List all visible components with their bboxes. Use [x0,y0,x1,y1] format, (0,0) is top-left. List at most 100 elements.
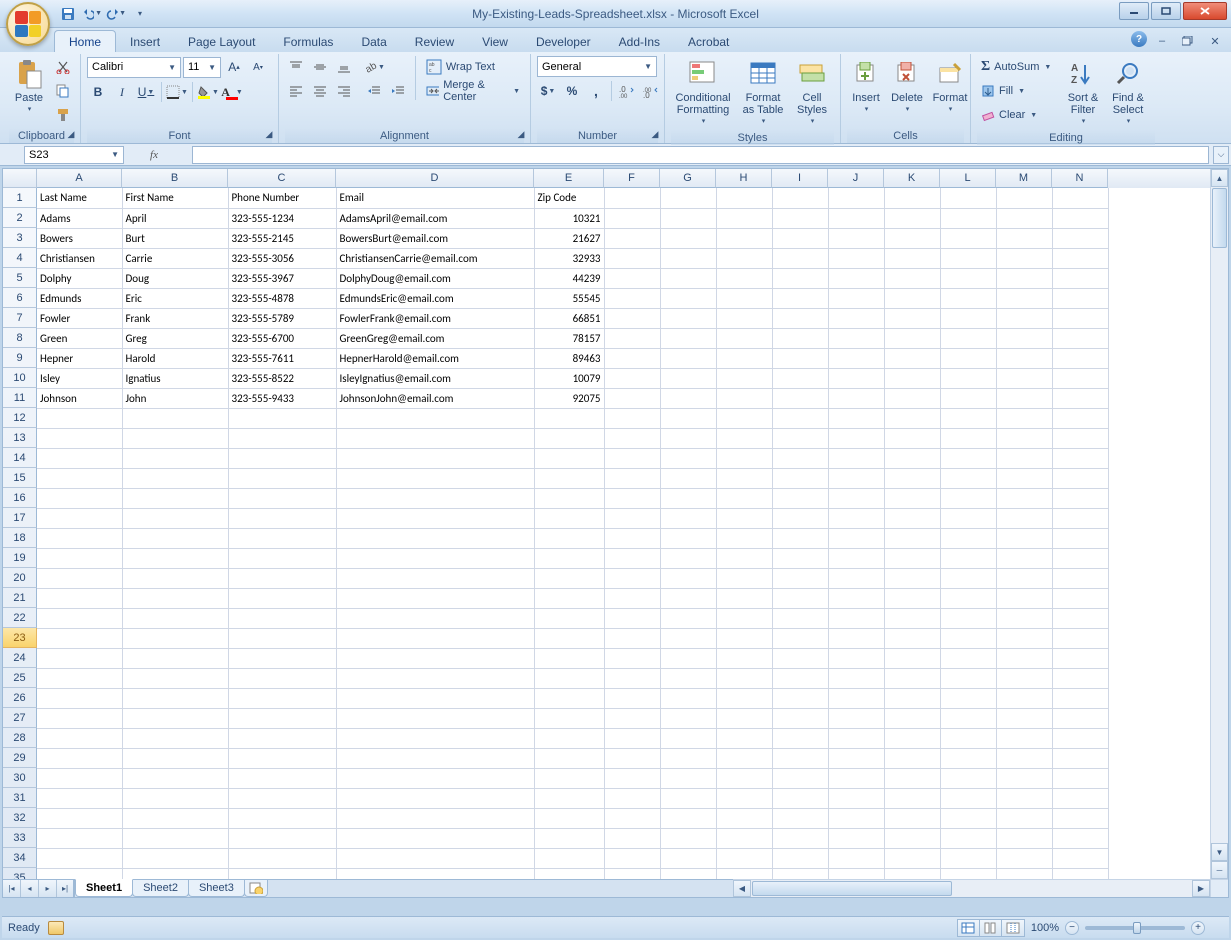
cell-C30[interactable] [228,768,336,788]
ribbon-tab-data[interactable]: Data [347,31,400,52]
cell-J26[interactable] [828,688,884,708]
cell-L35[interactable] [940,868,996,879]
cell-A22[interactable] [37,608,122,628]
comma-button[interactable]: , [585,80,607,102]
cell-F26[interactable] [604,688,660,708]
help-button[interactable]: ? [1131,31,1147,47]
cell-B33[interactable] [122,828,228,848]
cell-F11[interactable] [604,388,660,408]
cell-J5[interactable] [828,268,884,288]
cell-C34[interactable] [228,848,336,868]
row-header-28[interactable]: 28 [3,728,37,748]
cell-L3[interactable] [940,228,996,248]
cell-J22[interactable] [828,608,884,628]
cell-D1[interactable]: Email [336,188,534,208]
cell-I19[interactable] [772,548,828,568]
cell-E12[interactable] [534,408,604,428]
cell-F13[interactable] [604,428,660,448]
col-header-L[interactable]: L [940,169,996,188]
cell-D23[interactable] [336,628,534,648]
row-header-31[interactable]: 31 [3,788,37,808]
cell-G3[interactable] [660,228,716,248]
cell-C33[interactable] [228,828,336,848]
cell-K18[interactable] [884,528,940,548]
cell-K29[interactable] [884,748,940,768]
cell-N22[interactable] [1052,608,1108,628]
cell-B29[interactable] [122,748,228,768]
cell-M26[interactable] [996,688,1052,708]
cell-F8[interactable] [604,328,660,348]
cell-G17[interactable] [660,508,716,528]
cell-H18[interactable] [716,528,772,548]
row-header-8[interactable]: 8 [3,328,37,348]
cell-J8[interactable] [828,328,884,348]
col-header-G[interactable]: G [660,169,716,188]
col-header-F[interactable]: F [604,169,660,188]
cell-I18[interactable] [772,528,828,548]
cell-L13[interactable] [940,428,996,448]
cell-M17[interactable] [996,508,1052,528]
cell-G15[interactable] [660,468,716,488]
select-all-button[interactable] [3,169,37,188]
cell-C10[interactable]: 323-555-8522 [228,368,336,388]
number-format-combo[interactable]: General▼ [537,56,657,77]
cell-F3[interactable] [604,228,660,248]
office-button[interactable] [6,2,50,46]
cell-A33[interactable] [37,828,122,848]
cell-E17[interactable] [534,508,604,528]
cell-K33[interactable] [884,828,940,848]
cell-E35[interactable] [534,868,604,879]
vertical-scrollbar[interactable]: ▲ ▼ ─ [1210,169,1228,879]
sheet-tab-sheet3[interactable]: Sheet3 [188,880,245,897]
insert-cells-button[interactable]: Insert▾ [847,56,885,118]
cell-F4[interactable] [604,248,660,268]
zoom-level[interactable]: 100% [1031,922,1059,934]
cell-I25[interactable] [772,668,828,688]
cell-C31[interactable] [228,788,336,808]
col-header-A[interactable]: A [37,169,122,188]
cell-H26[interactable] [716,688,772,708]
cell-C2[interactable]: 323-555-1234 [228,208,336,228]
cell-G11[interactable] [660,388,716,408]
cell-D25[interactable] [336,668,534,688]
cell-C6[interactable]: 323-555-4878 [228,288,336,308]
cell-G10[interactable] [660,368,716,388]
cell-D6[interactable]: EdmundsEric@email.com [336,288,534,308]
cell-M1[interactable] [996,188,1052,208]
cell-G12[interactable] [660,408,716,428]
cell-I6[interactable] [772,288,828,308]
cell-J10[interactable] [828,368,884,388]
cell-H22[interactable] [716,608,772,628]
cell-L26[interactable] [940,688,996,708]
cell-N25[interactable] [1052,668,1108,688]
cell-F17[interactable] [604,508,660,528]
align-left-button[interactable] [285,80,307,102]
cell-A21[interactable] [37,588,122,608]
cell-D12[interactable] [336,408,534,428]
cell-N21[interactable] [1052,588,1108,608]
cell-D14[interactable] [336,448,534,468]
cell-J35[interactable] [828,868,884,879]
row-header-14[interactable]: 14 [3,448,37,468]
cell-K27[interactable] [884,708,940,728]
cell-L15[interactable] [940,468,996,488]
cell-F34[interactable] [604,848,660,868]
cell-G31[interactable] [660,788,716,808]
cell-D17[interactable] [336,508,534,528]
cell-N10[interactable] [1052,368,1108,388]
cell-H34[interactable] [716,848,772,868]
align-right-button[interactable] [333,80,355,102]
cell-E26[interactable] [534,688,604,708]
cell-K7[interactable] [884,308,940,328]
cell-E18[interactable] [534,528,604,548]
cell-E14[interactable] [534,448,604,468]
cell-L16[interactable] [940,488,996,508]
cell-G24[interactable] [660,648,716,668]
cell-M6[interactable] [996,288,1052,308]
cell-H25[interactable] [716,668,772,688]
cell-B9[interactable]: Harold [122,348,228,368]
cell-M15[interactable] [996,468,1052,488]
ribbon-tab-add-ins[interactable]: Add-Ins [605,31,674,52]
cell-D18[interactable] [336,528,534,548]
cell-N33[interactable] [1052,828,1108,848]
